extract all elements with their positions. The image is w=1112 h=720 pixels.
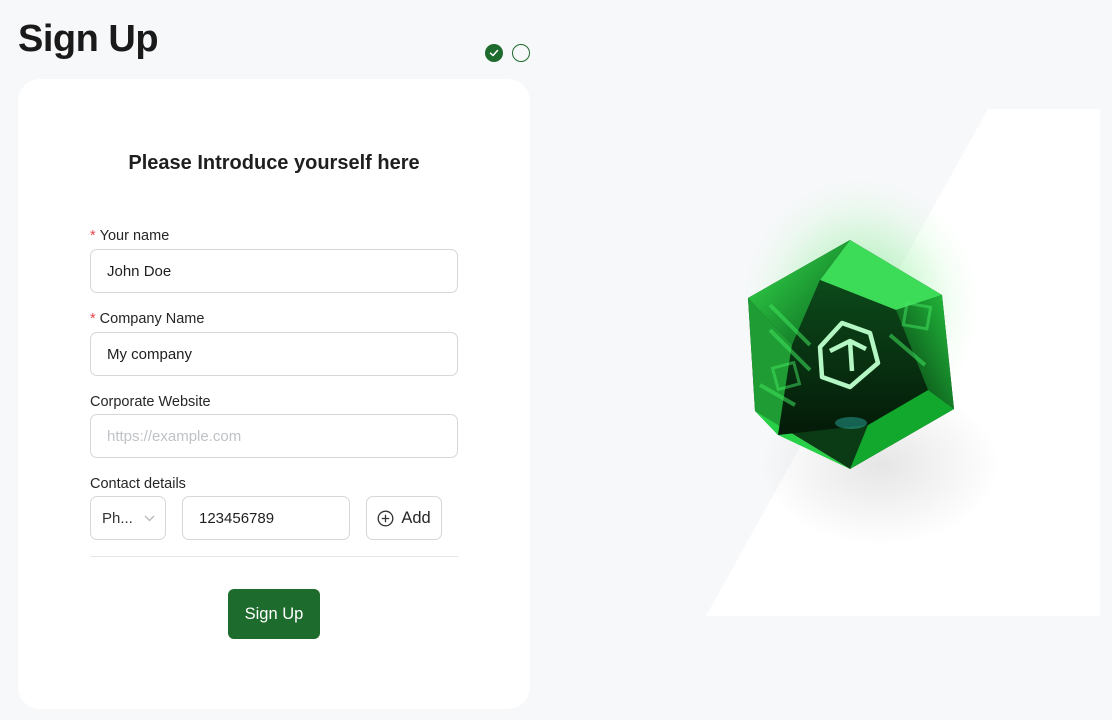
company-label: * Company Name bbox=[90, 311, 204, 327]
required-asterisk: * bbox=[90, 228, 96, 244]
sign-up-button[interactable]: Sign Up bbox=[228, 589, 320, 639]
form-divider bbox=[90, 556, 458, 557]
signup-form-card: Please Introduce yourself here * Your nam… bbox=[18, 79, 530, 709]
contact-details-label: Contact details bbox=[90, 476, 186, 492]
plus-circle-icon bbox=[377, 510, 394, 526]
name-input[interactable] bbox=[90, 249, 458, 293]
website-input[interactable] bbox=[90, 414, 458, 458]
step-1-completed bbox=[485, 44, 503, 62]
contact-type-value: Ph... bbox=[102, 509, 133, 527]
name-label-text: Your name bbox=[99, 228, 170, 244]
contact-number-input[interactable] bbox=[182, 496, 350, 540]
check-icon bbox=[489, 49, 499, 57]
company-name-input[interactable] bbox=[90, 332, 458, 376]
add-button-label: Add bbox=[401, 508, 431, 527]
contact-type-select[interactable]: Ph... bbox=[90, 496, 166, 540]
website-label: Corporate Website bbox=[90, 394, 211, 410]
step-2-pending bbox=[512, 44, 530, 62]
form-heading: Please Introduce yourself here bbox=[128, 152, 420, 174]
company-label-text: Company Name bbox=[99, 311, 205, 327]
page-title: Sign Up bbox=[18, 18, 159, 60]
step-indicator bbox=[485, 44, 530, 62]
name-label: * Your name bbox=[90, 228, 169, 244]
green-gem-logo-illustration bbox=[700, 105, 1100, 620]
signup-page: Sign Up Please Introduce yourself here *… bbox=[0, 0, 1112, 720]
chevron-down-icon bbox=[144, 515, 155, 522]
add-contact-button[interactable]: Add bbox=[366, 496, 442, 540]
required-asterisk: * bbox=[90, 311, 96, 327]
